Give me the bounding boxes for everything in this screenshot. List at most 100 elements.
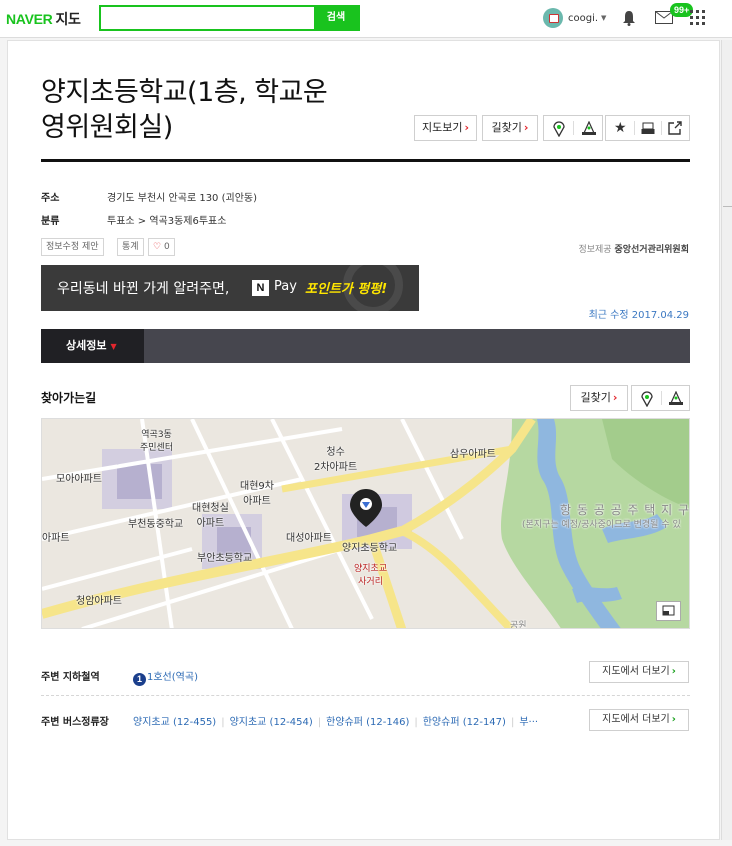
separator: | <box>510 717 515 728</box>
map-label-text: 역곡3동 <box>141 430 172 440</box>
bus-stop-link[interactable]: 한양슈퍼 (12-147) <box>423 717 506 728</box>
arrow-right-icon: › <box>671 714 676 725</box>
map-label: 항 동 공 공 주 택 지 구 <box>560 503 690 517</box>
address-label: 주소 <box>41 193 60 204</box>
bus-stop-link[interactable]: 한양슈퍼 (12-146) <box>326 717 409 728</box>
map-label: (본지구는 예정/공사중이므로 변경될 수 있 <box>522 520 681 530</box>
print-icon[interactable] <box>641 122 655 135</box>
start-point-icon[interactable] <box>640 391 654 407</box>
map-label: 역곡3동 주민센터 <box>140 427 173 453</box>
provider-name[interactable]: 중앙선거관리위원회 <box>614 245 689 255</box>
bus-stop-link[interactable]: 양지초교 (12-454) <box>230 717 313 728</box>
user-name: coogi. <box>568 12 599 24</box>
tab-detail-label: 상세정보 <box>66 339 107 352</box>
place-title-line1: 양지초등학교(1층, 학교운 <box>41 77 328 108</box>
divider <box>573 121 574 135</box>
tab-bar: 상세정보 ▼ <box>41 329 690 363</box>
user-menu[interactable]: coogi. ▼ <box>543 7 606 29</box>
banner-highlight: 포인트가 펑펑! <box>305 282 388 297</box>
map-label: 모아아파트 <box>56 474 102 485</box>
map-label-text: 사거리 <box>358 577 383 587</box>
banner-text: 우리동네 바뀐 가게 알려주면, <box>57 281 230 297</box>
star-icon[interactable]: ★ <box>614 120 627 136</box>
route-label: 길찾기 <box>491 121 522 134</box>
bus-stop-list: 양지초교 (12-455) | 양지초교 (12-454) | 한양슈퍼 (12-146… <box>133 713 538 728</box>
divider <box>661 391 662 405</box>
category-value: 투표소 > 역곡3동제6투표소 <box>107 216 227 227</box>
separator: | <box>317 717 322 728</box>
map-label-text: 양지초교 <box>354 564 388 574</box>
map-label: 대현청실 아파트 <box>192 499 229 529</box>
view-map-button[interactable]: 지도보기 › <box>414 115 477 141</box>
line-badge: 1 <box>133 673 146 686</box>
utility-button-group: ★ <box>605 115 690 141</box>
map-label: 부천동중학교 <box>128 519 184 530</box>
divider <box>634 121 635 135</box>
expand-map-icon <box>662 605 675 616</box>
map-label: 대성아파트 <box>286 533 332 544</box>
map-label: 부안초등학교 <box>197 553 253 564</box>
start-point-icon[interactable] <box>552 121 566 137</box>
bus-more-button[interactable]: 지도에서 더보기 › <box>589 709 689 731</box>
subway-line-text: 1호선(역곡) <box>147 672 198 683</box>
arrow-right-icon: › <box>671 666 676 677</box>
separator: | <box>221 717 225 728</box>
place-title-line2: 영위원회실) <box>41 112 173 143</box>
bus-label: 주변 버스정류장 <box>41 717 109 728</box>
directions-heading: 찾아가는길 <box>41 391 97 405</box>
bell-icon[interactable] <box>622 10 636 26</box>
route-point-group <box>543 115 603 141</box>
promo-banner[interactable]: 우리동네 바뀐 가게 알려주면, N Pay 포인트가 펑펑! <box>41 265 419 311</box>
map-label: 공원 <box>510 621 527 629</box>
banner-pay: Pay <box>274 279 297 294</box>
route-button[interactable]: 길찾기 › <box>482 115 538 141</box>
map-label-text: 대현청실 <box>192 503 229 514</box>
directions-point-group <box>631 385 690 411</box>
address-value: 경기도 부천시 안곡로 130 (괴안동) <box>107 193 258 204</box>
map-view-icon[interactable] <box>656 601 681 621</box>
subway-value[interactable]: 1 1호선(역곡) <box>133 668 198 686</box>
search-input[interactable] <box>101 7 314 29</box>
map-label: 청암아파트 <box>76 596 122 607</box>
map-label-text: 아파트 <box>243 496 271 507</box>
info-provider: 정보제공 중앙선거관리위원회 <box>578 242 689 255</box>
logo-text: NAVER <box>6 11 53 27</box>
place-title: 양지초등학교(1층, 학교운 영위원회실) <box>41 75 411 145</box>
share-icon[interactable] <box>668 121 682 135</box>
page-scrollbar[interactable] <box>721 40 732 840</box>
naver-map-logo[interactable]: NAVER 지도 <box>6 9 81 29</box>
view-map-label: 지도보기 <box>421 121 463 134</box>
location-map[interactable]: 역곡3동 주민센터 모아아파트 청수 2차아파트 삼우아파트 대현9차 아파트 대현청… <box>41 418 690 629</box>
stats-button[interactable]: 통계 <box>117 238 144 256</box>
map-label-text: 청수 <box>326 447 345 458</box>
map-label-text: 2차아파트 <box>314 462 358 473</box>
caret-down-icon: ▼ <box>110 342 117 351</box>
map-label-text: 대현9차 <box>240 481 274 492</box>
tab-detail-info[interactable]: 상세정보 ▼ <box>41 329 144 363</box>
search-box: 검색 <box>99 5 360 31</box>
bus-stop-link[interactable]: 부··· <box>519 717 538 728</box>
bus-stop-link[interactable]: 양지초교 (12-455) <box>133 717 216 728</box>
map-label: 청수 2차아파트 <box>314 443 357 473</box>
like-button[interactable]: ♡ 0 <box>148 238 175 256</box>
directions-route-button[interactable]: 길찾기 › <box>570 385 628 411</box>
provider-label: 정보제공 <box>578 245 612 255</box>
arrival-point-icon[interactable] <box>581 121 597 137</box>
avatar <box>543 8 563 28</box>
arrow-right-icon: › <box>523 121 529 134</box>
map-label: 양지초교사거리 <box>354 561 387 587</box>
search-button[interactable]: 검색 <box>314 7 358 29</box>
apps-grid-icon[interactable] <box>690 10 705 25</box>
suggest-edit-button[interactable]: 정보수정 제안 <box>41 238 104 256</box>
heart-icon: ♡ <box>153 242 162 252</box>
map-label: 양지초등학교 <box>342 543 398 554</box>
subway-more-button[interactable]: 지도에서 더보기 › <box>589 661 689 683</box>
title-divider <box>41 159 690 162</box>
divider <box>661 121 662 135</box>
arrival-point-icon[interactable] <box>668 391 684 407</box>
subway-label: 주변 지하철역 <box>41 672 100 683</box>
scrollbar-mark <box>723 206 732 207</box>
category-label: 분류 <box>41 216 60 227</box>
service-name: 지도 <box>55 11 81 27</box>
directions-route-label: 길찾기 <box>580 391 611 404</box>
